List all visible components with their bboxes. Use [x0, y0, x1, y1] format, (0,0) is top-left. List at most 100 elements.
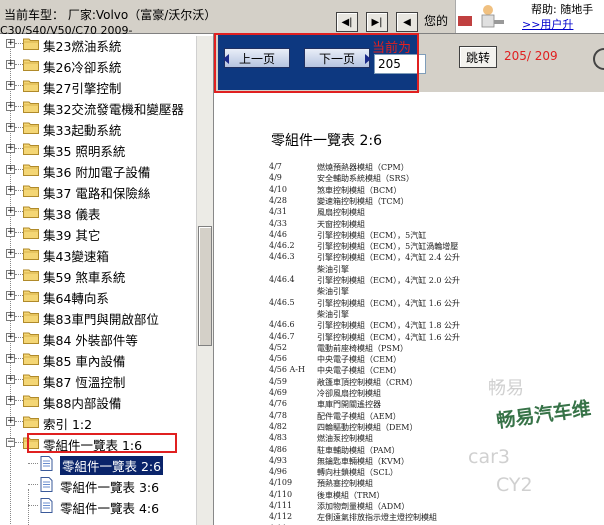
tree-item[interactable]: + 集37 電路和保險絲 [0, 181, 200, 201]
tree-scrollbar-thumb[interactable] [198, 226, 212, 346]
tree-item[interactable]: − 零組件一覽表 1:6 [0, 433, 200, 453]
highlight-frame [27, 433, 177, 453]
expand-toggle-icon[interactable]: + [6, 291, 15, 300]
user-upgrade-link[interactable]: >>用户升 [522, 16, 573, 32]
first-page-button[interactable]: ◀| [336, 12, 358, 32]
tree-item[interactable]: + 集43變速箱 [0, 244, 200, 264]
expand-toggle-icon[interactable]: + [6, 396, 15, 405]
tree-item[interactable]: + 集85 車內設備 [0, 349, 200, 369]
component-code: 4/109 [269, 478, 293, 488]
document-viewer: 上一页 下一页 当前为 跳转 205/ 209 零組件一覽表 2:6 4/7 燃燒… [213, 33, 604, 525]
tree-leaf[interactable]: 零組件一覽表 2:6 [0, 454, 200, 475]
tree-branch-line [15, 211, 23, 212]
component-code: 4/76 [269, 399, 287, 409]
last-page-button[interactable]: ▶| [366, 12, 388, 32]
document-icon [40, 456, 53, 471]
previous-button[interactable]: ◀ [396, 12, 418, 32]
tree-branch-line [15, 169, 23, 170]
tree-item[interactable]: + 集36 附加電子設備 [0, 160, 200, 180]
expand-toggle-icon[interactable]: + [6, 81, 15, 90]
tree-item-label: 集33起動系統 [43, 123, 122, 138]
component-code: 4/46 [269, 229, 287, 239]
expand-toggle-icon[interactable]: + [6, 144, 15, 153]
expand-toggle-icon[interactable]: + [6, 123, 15, 132]
component-name: 引擎控制模組（ECM），4汽缸 2.0 公升 [317, 276, 461, 285]
component-name: 柴油引擎 [317, 264, 349, 274]
jump-button[interactable]: 跳转 [459, 46, 497, 68]
component-code: 4/69 [269, 388, 287, 397]
component-name: 引擎控制模組（ECM），4汽缸 1.8 公升 [317, 321, 461, 331]
ad-banner: 帮助: 随地手 >>用户升 [455, 0, 604, 33]
expand-toggle-icon[interactable]: + [6, 60, 15, 69]
expand-toggle-icon[interactable]: + [6, 249, 15, 258]
tree-item[interactable]: + 集33起動系統 [0, 118, 200, 138]
tree-branch-line [28, 463, 38, 464]
tree-leaf[interactable]: 零組件一覽表 3:6 [0, 475, 200, 495]
component-name: 變速箱控制模組（TCM） [317, 196, 409, 206]
expand-toggle-icon[interactable]: + [6, 333, 15, 342]
component-name: 無鑰匙車輛模組（KVM） [317, 456, 409, 466]
component-code: 4/93 [269, 455, 287, 465]
tree-item[interactable]: + 集64轉向系 [0, 286, 200, 306]
watermark-code: CY2 [496, 474, 533, 496]
tree-item[interactable]: + 集27引擎控制 [0, 76, 200, 96]
tree-branch-line [15, 337, 23, 338]
mechanic-icon [458, 5, 504, 28]
component-name: 敞篷車頂控制模組（CRM） [317, 377, 418, 387]
tree-item[interactable]: + 索引 1:2 [0, 412, 200, 432]
expand-toggle-icon[interactable]: + [6, 312, 15, 321]
expand-toggle-icon[interactable]: + [6, 354, 15, 363]
tree-item-label: 集59 煞車系統 [43, 270, 126, 285]
tree-item-label: 集39 其它 [43, 228, 101, 243]
tree-item[interactable]: + 集88内部設備 [0, 391, 200, 411]
expand-toggle-icon[interactable]: + [6, 417, 15, 426]
expand-toggle-icon[interactable]: + [6, 186, 15, 195]
folder-icon [23, 353, 39, 365]
component-name: 電動前座椅模組（PSM） [317, 343, 409, 353]
expand-toggle-icon[interactable]: − [6, 438, 15, 447]
expand-toggle-icon[interactable]: + [6, 165, 15, 174]
pager-toolbar: 上一页 下一页 当前为 跳转 205/ 209 [214, 33, 604, 93]
folder-icon [23, 290, 39, 302]
component-name: 燃油泵控制模組 [317, 434, 373, 444]
highlight-frame [214, 33, 419, 93]
tree-item[interactable]: + 集83車門與開啟部位 [0, 307, 200, 327]
component-code: 4/112 [269, 512, 293, 522]
component-code: 4/111 [269, 501, 293, 510]
document-icon [40, 498, 53, 513]
component-code: 4/46.2 [269, 241, 295, 251]
tree-item[interactable]: + 集26冷卻系統 [0, 55, 200, 75]
tree-item[interactable]: + 集59 煞車系統 [0, 265, 200, 285]
tree-branch-line [15, 148, 23, 149]
expand-toggle-icon[interactable]: + [6, 375, 15, 384]
folder-icon [23, 374, 39, 386]
tree-branch-line [15, 400, 23, 401]
expand-toggle-icon[interactable]: + [6, 39, 15, 48]
tree-leaf[interactable]: 零組件一覽表 4:6 [0, 496, 200, 516]
component-name: 後車模組（TRM） [317, 490, 385, 500]
tree-item[interactable]: + 集38 儀表 [0, 202, 200, 222]
component-name: 左側遠氣排放指示燈主燈控制模組 [317, 513, 437, 523]
folder-icon [23, 80, 39, 92]
tree-item[interactable]: + 集87 恆溫控制 [0, 370, 200, 390]
expand-toggle-icon[interactable]: + [6, 228, 15, 237]
expand-toggle-icon[interactable]: + [6, 102, 15, 111]
component-code: 4/52 [269, 342, 287, 352]
tree-leaf-label: 零組件一覽表 3:6 [60, 480, 160, 495]
component-code: 4/46.5 [269, 297, 295, 307]
tree-item[interactable]: + 集39 其它 [0, 223, 200, 243]
folder-icon [23, 206, 39, 218]
tree-item[interactable]: + 集23燃油系統 [0, 34, 200, 54]
component-name: 配件電子模組（AEM） [317, 411, 401, 421]
tree-scrollbar[interactable] [196, 36, 213, 525]
folder-icon [23, 248, 39, 260]
tree-item[interactable]: + 集32交流發電機和變壓器 [0, 97, 200, 117]
tree-item-label: 集23燃油系統 [43, 39, 122, 54]
tree-branch-line [15, 316, 23, 317]
expand-toggle-icon[interactable]: + [6, 270, 15, 279]
tree-item[interactable]: + 集35 照明系統 [0, 139, 200, 159]
tree-item-label: 集37 電路和保險絲 [43, 186, 151, 201]
tree-item[interactable]: + 集84 外裝部件等 [0, 328, 200, 348]
expand-toggle-icon[interactable]: + [6, 207, 15, 216]
component-code: 4/46.4 [269, 275, 295, 284]
